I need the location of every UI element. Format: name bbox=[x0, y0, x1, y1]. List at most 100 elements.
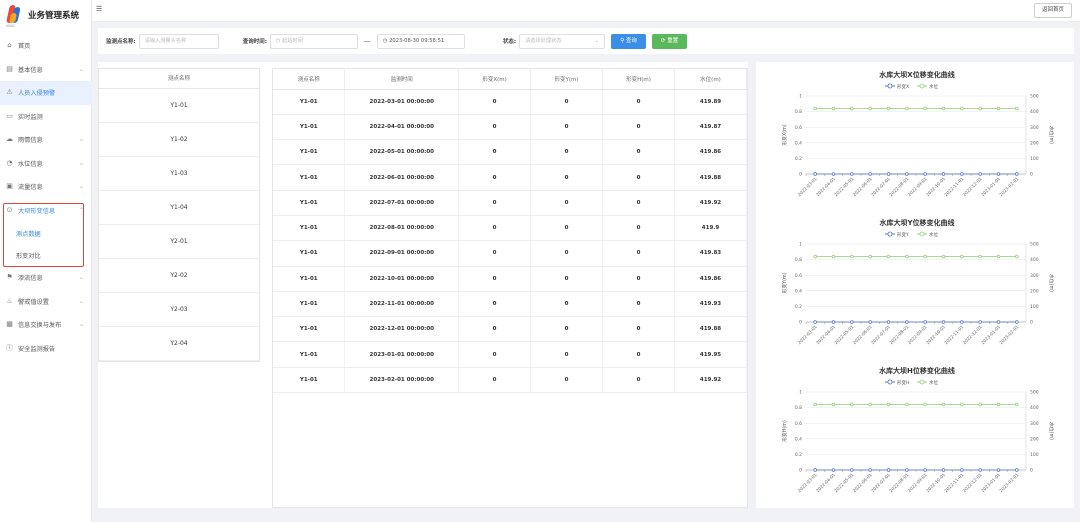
status-select[interactable]: 请选择处理状态 ⌄ bbox=[519, 33, 606, 49]
table-cell: 0 bbox=[602, 341, 675, 368]
x-tick-label: 2023-02-01 bbox=[998, 176, 1020, 198]
sidebar-item-dam[interactable]: ⊙ 大坝形变信息 ⌃ bbox=[0, 199, 92, 223]
table-row[interactable]: Y1-01 2022-06-01 00:00:00 0 0 0 419.88 bbox=[273, 164, 747, 191]
sidebar-item-flow[interactable]: ▣ 流量信息 ⌄ bbox=[0, 175, 92, 199]
point-row[interactable]: Y1-04 bbox=[99, 191, 259, 225]
sidebar-item-monitor[interactable]: ▭ 实时监测 bbox=[0, 105, 92, 129]
table-cell: 2023-01-01 00:00:00 bbox=[344, 341, 460, 368]
x-tick-label: 2023-02-01 bbox=[998, 472, 1020, 494]
point-row[interactable]: Y1-03 bbox=[99, 157, 259, 191]
query-label: 查询 bbox=[625, 37, 637, 44]
table-cell: 0 bbox=[530, 367, 604, 394]
sidebar-item-alert[interactable]: ⚠ 人员入侵预警 bbox=[0, 81, 92, 105]
column-header: 测点名称 bbox=[273, 69, 346, 90]
point-row[interactable]: Y1-01 bbox=[99, 89, 259, 123]
point-row[interactable]: Y2-03 bbox=[99, 293, 259, 327]
table-cell: 2022-08-01 00:00:00 bbox=[344, 215, 460, 242]
sidebar-item-report[interactable]: ⓘ 安全监测报告 bbox=[0, 337, 92, 361]
series-point bbox=[978, 468, 982, 472]
end-time-input[interactable]: ◷ 2023-08-30 09:58:51 bbox=[376, 33, 465, 49]
sidebar-item-seepage[interactable]: ⚑ 渗流信息 ⌄ bbox=[0, 266, 92, 290]
y-tick-label: 0 bbox=[799, 172, 802, 178]
table-cell: 0 bbox=[458, 190, 532, 216]
table-row[interactable]: Y1-01 2022-03-01 00:00:00 0 0 0 419.89 bbox=[273, 89, 747, 115]
table-row[interactable]: Y1-01 2023-02-01 00:00:00 0 0 0 419.92 bbox=[273, 367, 747, 394]
table-row[interactable]: Y1-01 2022-07-01 00:00:00 0 0 0 419.92 bbox=[273, 190, 747, 216]
table-cell: 419.86 bbox=[674, 139, 747, 166]
table-row[interactable]: Y1-01 2022-09-01 00:00:00 0 0 0 419.83 bbox=[273, 240, 747, 267]
sidebar-item-warning[interactable]: ♨ 警戒值设置 ⌄ bbox=[0, 290, 92, 314]
point-row[interactable]: Y2-01 bbox=[99, 225, 259, 259]
content-panel: 测点名称 Y1-01 Y1-02 Y1-03 Y1-04 Y2-01 Y2-02 Y2-03… bbox=[98, 62, 748, 508]
table-cell: Y1-01 bbox=[273, 367, 346, 394]
y-tick-label: 0.6 bbox=[795, 125, 802, 131]
y-tick-label: 1 bbox=[799, 242, 802, 248]
column-header: 形变H(m) bbox=[602, 69, 675, 90]
table-row[interactable]: Y1-01 2022-10-01 00:00:00 0 0 0 419.86 bbox=[273, 266, 747, 292]
sidebar-item-label: 水位信息 bbox=[18, 160, 43, 168]
table-row[interactable]: Y1-01 2022-12-01 00:00:00 0 0 0 419.88 bbox=[273, 316, 747, 343]
column-header: 形变X(m) bbox=[458, 69, 532, 90]
sidebar-menu: ⌂ 首页 ▤ 基本信息 ⌄ ⚠ 人员入侵预警 ▭ 实时监测 ☁ 雨情信息 ⌄ ◔ 水位信息 ⌄ ▣ 流量信息 ⌄ ⊙… bbox=[0, 34, 92, 360]
charts-panel: 水库大坝X位移变化曲线 形变X 水位 0 0 0.2 100 0.4 200 0.6 300 0.8 4… bbox=[756, 62, 1074, 508]
series-point bbox=[868, 402, 872, 407]
series-point bbox=[850, 468, 854, 472]
dam-icon: ⊙ bbox=[6, 205, 13, 214]
back-home-button[interactable]: 返回首页 bbox=[1033, 3, 1072, 18]
chart-svg: 水库大坝Y位移变化曲线形变Y 水位 0 0 0.2 100 0.4 200 0.6 300 0.8 4… bbox=[781, 218, 1055, 346]
reset-button[interactable]: ⟳ 重置 bbox=[651, 33, 688, 49]
table-cell: 2022-12-01 00:00:00 bbox=[344, 316, 460, 343]
y2-tick-label: 500 bbox=[1030, 94, 1039, 100]
seepage-icon: ⚑ bbox=[6, 273, 13, 282]
table-cell: 0 bbox=[602, 89, 675, 115]
station-input[interactable]: 请输入测量头名称 bbox=[138, 33, 219, 49]
table-cell: Y1-01 bbox=[273, 266, 346, 292]
filter-bar: 监测点名称: 请输入测量头名称 查询时间: ◷ 起始时间 — ◷ 2023-08… bbox=[98, 28, 1074, 54]
table-row[interactable]: Y1-01 2022-04-01 00:00:00 0 0 0 419.87 bbox=[273, 114, 747, 141]
series-point bbox=[923, 172, 927, 176]
sidebar-item-home[interactable]: ⌂ 首页 bbox=[0, 34, 92, 58]
table-cell: Y1-01 bbox=[273, 114, 346, 141]
table-cell: 419.9 bbox=[674, 215, 747, 242]
y2-tick-label: 200 bbox=[1030, 288, 1039, 294]
sidebar-item-rain[interactable]: ☁ 雨情信息 ⌄ bbox=[0, 128, 92, 152]
series-point bbox=[978, 254, 982, 259]
y-tick-label: 0.2 bbox=[795, 156, 802, 162]
y-tick-label: 0.6 bbox=[795, 273, 802, 279]
table-cell: 2022-11-01 00:00:00 bbox=[344, 291, 460, 318]
data-table: 测点名称 监测时间 形变X(m) 形变Y(m) 形变H(m) 水位(m) Y1-01 202… bbox=[272, 68, 748, 508]
point-row[interactable]: Y1-02 bbox=[99, 123, 259, 157]
chevron-down-icon: ⌄ bbox=[594, 37, 600, 44]
chart-svg: 水库大坝H位移变化曲线形变H 水位 0 0 0.2 100 0.4 200 0.6 300 0.8 4… bbox=[781, 366, 1055, 494]
table-cell: 419.83 bbox=[674, 240, 747, 267]
table-row[interactable]: Y1-01 2023-01-01 00:00:00 0 0 0 419.95 bbox=[273, 341, 747, 368]
point-row[interactable]: Y2-04 bbox=[99, 327, 259, 361]
series-point bbox=[941, 106, 946, 111]
sidebar-item-info[interactable]: ▤ 基本信息 ⌄ bbox=[0, 58, 92, 82]
point-row[interactable]: Y2-02 bbox=[99, 259, 259, 293]
start-time-input[interactable]: ◷ 起始时间 bbox=[269, 33, 358, 49]
sidebar-item-exchange[interactable]: ▦ 信息交换与发布 ⌄ bbox=[0, 313, 92, 337]
sidebar-item-label: 警戒值设置 bbox=[18, 298, 49, 306]
series-point bbox=[996, 254, 1001, 259]
submenu-item-8[interactable]: 测点数据 bbox=[0, 222, 92, 244]
table-row[interactable]: Y1-01 2022-05-01 00:00:00 0 0 0 419.86 bbox=[273, 139, 747, 166]
table-row[interactable]: Y1-01 2022-08-01 00:00:00 0 0 0 419.9 bbox=[273, 215, 747, 242]
y2-tick-label: 0 bbox=[1030, 468, 1033, 474]
y-tick-label: 0.4 bbox=[795, 140, 802, 146]
chevron-down-icon: ⌄ bbox=[78, 274, 84, 281]
end-time-value: 2023-08-30 09:58:51 bbox=[389, 37, 445, 44]
table-row[interactable]: Y1-01 2022-11-01 00:00:00 0 0 0 419.93 bbox=[273, 291, 747, 318]
series-point bbox=[831, 106, 836, 111]
sidebar-item-label: 大坝形变信息 bbox=[18, 207, 56, 215]
sidebar-item-water[interactable]: ◔ 水位信息 ⌄ bbox=[0, 152, 92, 176]
y-tick-label: 0.2 bbox=[795, 304, 802, 310]
table-cell: 2022-09-01 00:00:00 bbox=[344, 240, 460, 267]
menu-fold-icon[interactable]: ☰ bbox=[96, 5, 102, 13]
query-button[interactable]: ⚲ 查询 bbox=[611, 33, 646, 49]
submenu-item-9[interactable]: 形变对比 bbox=[0, 244, 92, 266]
table-cell: 0 bbox=[458, 291, 532, 318]
chevron-down-icon: ⌄ bbox=[78, 159, 84, 167]
y-axis-label: 形变H(m) bbox=[781, 420, 788, 442]
series-point bbox=[850, 106, 854, 111]
